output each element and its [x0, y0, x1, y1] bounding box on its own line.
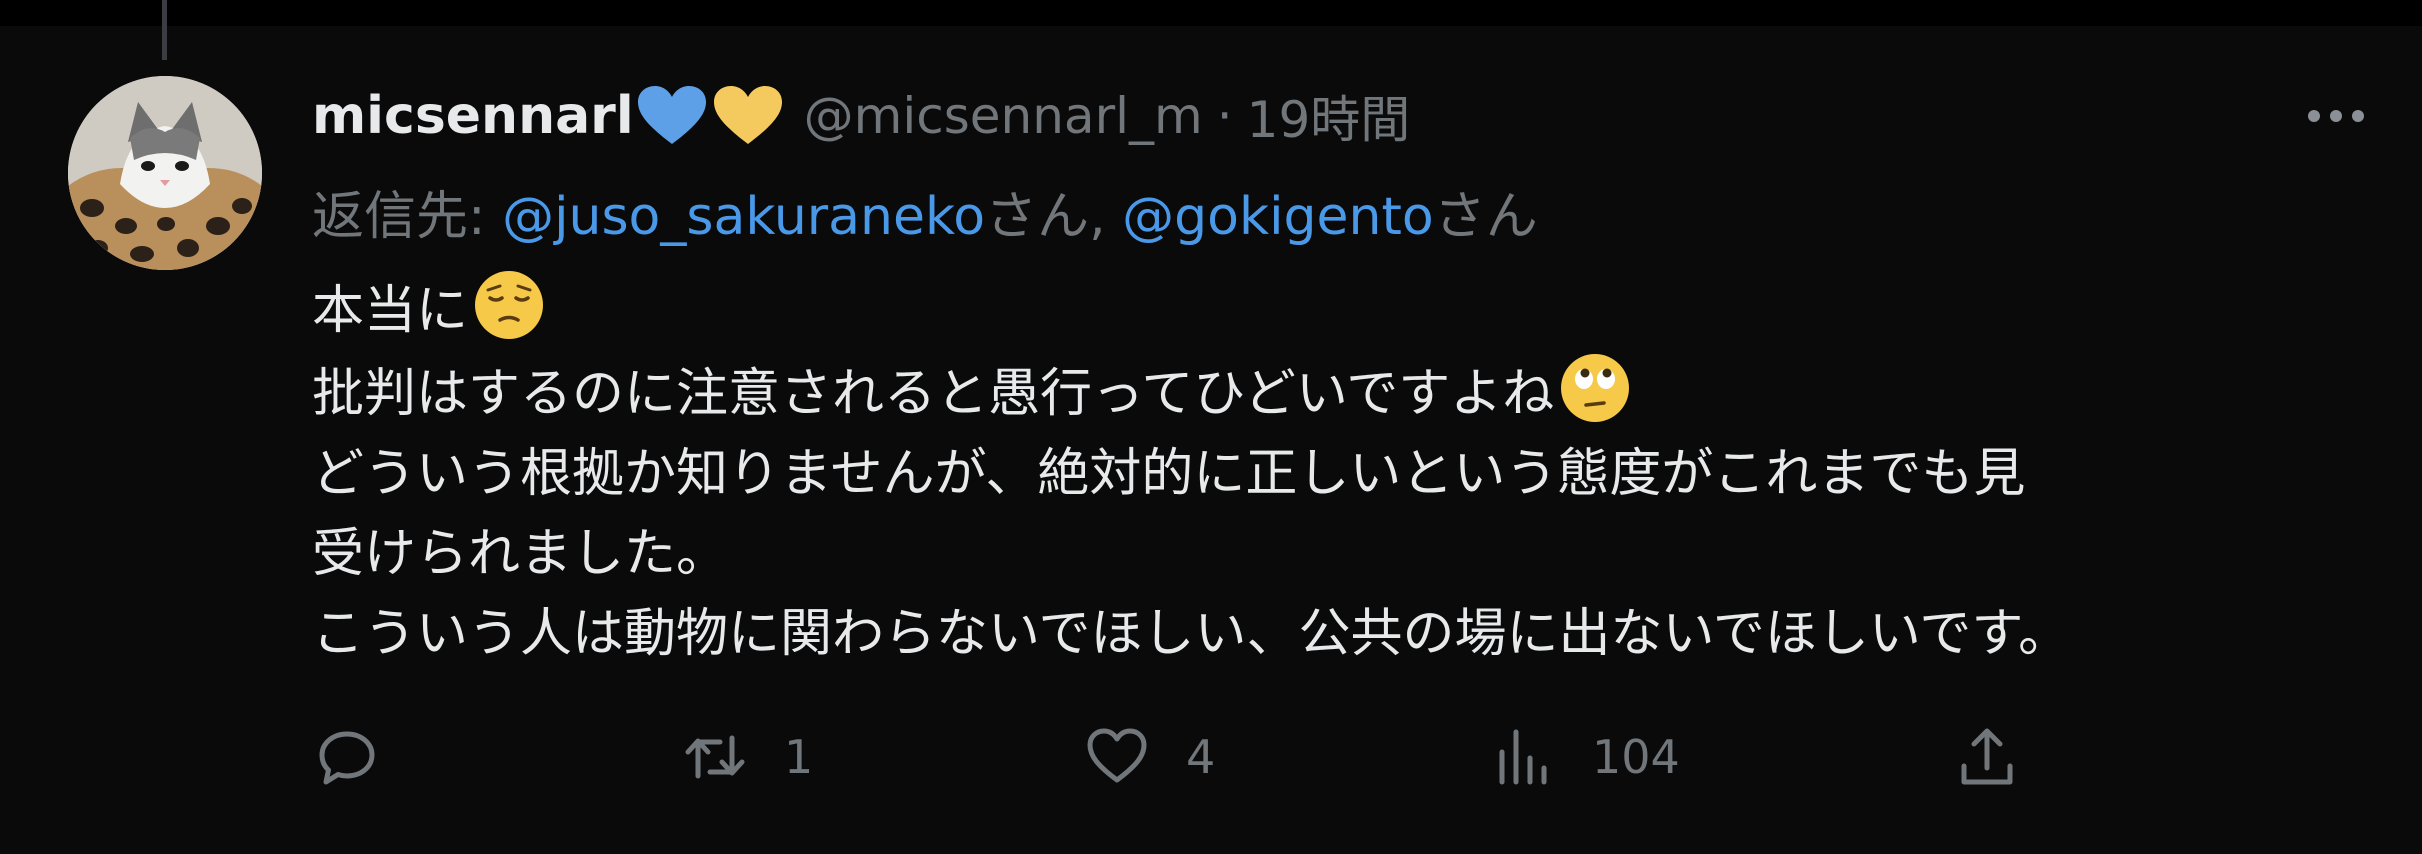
views-button[interactable]: 104: [1488, 722, 1680, 792]
tweet-line-text: 受けられました。: [312, 524, 729, 584]
tweet-header: micsennarl @micsennarl_m · 19時間: [312, 84, 1410, 149]
reply-prefix: 返信先:: [312, 187, 503, 247]
tweet-actions: 1 4 104: [312, 722, 2032, 792]
user-handle[interactable]: @micsennarl_m: [804, 87, 1203, 145]
eye-roll-face-icon: [1558, 351, 1632, 425]
retweet-icon: [685, 735, 745, 779]
name-emojis: [636, 84, 784, 148]
reply-context: 返信先: @juso_sakuranekoさん, @gokigentoさん: [312, 174, 1538, 249]
tweet-line: 本当に: [312, 268, 2372, 351]
retweet-button[interactable]: 1: [680, 722, 813, 792]
like-heart-icon: [1087, 728, 1147, 783]
share-icon: [1961, 728, 2013, 785]
like-count: 4: [1186, 730, 1216, 784]
views-chart-icon: [1499, 729, 1547, 785]
mention-link[interactable]: @juso_sakuraneko: [502, 187, 985, 247]
display-name[interactable]: micsennarl: [312, 86, 634, 146]
more-options-button[interactable]: [2300, 94, 2372, 138]
tweet-line: こういう人は動物に関わらないでほしい、公共の場に出ないでほしいです。: [312, 594, 2372, 674]
reply-button[interactable]: [312, 722, 416, 792]
tweet-line-text: こういう人は動物に関わらないでほしい、公共の場に出ないでほしいです。: [312, 604, 2071, 664]
tweet-line: どういう根拠か知りませんが、絶対的に正しいという態度がこれまでも見: [312, 434, 2372, 514]
tweet-line-text: どういう根拠か知りませんが、絶対的に正しいという態度がこれまでも見: [312, 444, 2026, 504]
views-count: 104: [1592, 730, 1680, 784]
blue-heart-icon: [637, 86, 706, 144]
mention-suffix: さん,: [985, 187, 1123, 247]
tweet-line: 批判はするのに注意されると愚行ってひどいですよね: [312, 351, 2372, 434]
like-button[interactable]: 4: [1082, 722, 1215, 792]
header-separator: ·: [1216, 87, 1233, 145]
share-button[interactable]: [1952, 722, 2022, 792]
timestamp[interactable]: 19時間: [1247, 80, 1411, 152]
reply-icon: [319, 731, 375, 785]
mention-suffix: さん: [1433, 187, 1538, 247]
pensive-face-icon: [472, 268, 546, 342]
tweet-line-text: 本当に: [312, 281, 469, 341]
tweet-body: 本当に 批判はするのに注意されると愚行ってひどいですよね どういう根拠か知りませ…: [312, 268, 2372, 674]
yellow-heart-icon: [713, 86, 782, 144]
avatar-cat-image: [68, 76, 262, 270]
thread-connector-line: [162, 0, 167, 60]
more-horizontal-icon: [2308, 110, 2364, 122]
avatar[interactable]: [68, 76, 262, 270]
top-bar: [0, 0, 2422, 26]
mention-link[interactable]: @gokigento: [1122, 187, 1434, 247]
tweet-line: 受けられました。: [312, 514, 2372, 594]
tweet-line-text: 批判はするのに注意されると愚行ってひどいですよね: [312, 364, 1555, 424]
retweet-count: 1: [784, 730, 814, 784]
